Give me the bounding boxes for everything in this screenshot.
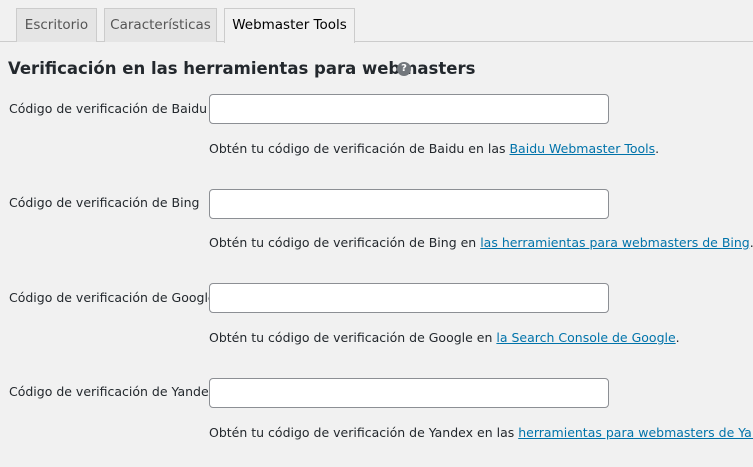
baidu-desc-suffix: . [655,141,660,156]
tab-escritorio[interactable]: Escritorio [16,8,97,42]
yandex-description: Obtén tu código de verificación de Yande… [209,425,753,441]
settings-page: Escritorio Características Webmaster Too… [0,0,753,467]
baidu-desc-text: Obtén tu código de verificación de Baidu… [209,141,510,156]
bing-description: Obtén tu código de verificación de Bing … [209,235,753,251]
yandex-webmaster-link[interactable]: herramientas para webmasters de Yandex [518,425,753,440]
google-description: Obtén tu código de verificación de Googl… [209,330,680,346]
yandex-verification-input[interactable] [209,378,609,408]
google-label: Código de verificación de Google [9,290,216,305]
yandex-label: Código de verificación de Yandex [9,384,216,399]
baidu-description: Obtén tu código de verificación de Baidu… [209,141,659,157]
baidu-webmaster-link[interactable]: Baidu Webmaster Tools [509,141,655,156]
bing-webmaster-link[interactable]: las herramientas para webmasters de Bing [480,235,750,250]
google-desc-text: Obtén tu código de verificación de Googl… [209,330,497,345]
baidu-verification-input[interactable] [209,94,609,124]
tab-webmaster-tools[interactable]: Webmaster Tools [224,8,355,43]
baidu-label: Código de verificación de Baidu [9,101,208,116]
google-verification-input[interactable] [209,283,609,313]
tab-caracteristicas[interactable]: Características [104,8,217,42]
question-mark-icon[interactable]: ? [397,62,411,76]
bing-label: Código de verificación de Bing [9,195,200,210]
bing-desc-text: Obtén tu código de verificación de Bing … [209,235,481,250]
yandex-desc-text: Obtén tu código de verificación de Yande… [209,425,519,440]
google-search-console-link[interactable]: la Search Console de Google [496,330,675,345]
google-desc-suffix: . [675,330,680,345]
bing-verification-input[interactable] [209,189,609,219]
tab-bar: Escritorio Características Webmaster Too… [0,0,753,43]
